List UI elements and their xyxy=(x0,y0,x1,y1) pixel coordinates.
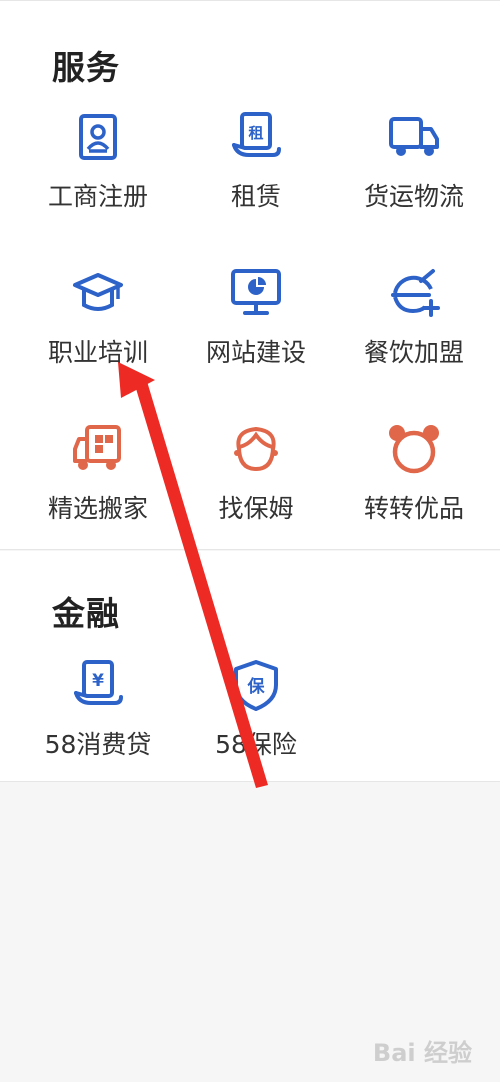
graduation-cap-icon xyxy=(73,273,123,311)
finance-insurance[interactable]: 保 58保险 xyxy=(176,659,336,769)
monitor-chart-icon xyxy=(231,269,281,315)
watermark-logo: Bai 经验 xyxy=(372,1039,472,1067)
bear-icon xyxy=(389,425,439,474)
nanny-face-icon xyxy=(234,426,278,472)
service-moving[interactable]: 精选搬家 xyxy=(18,423,178,533)
truck-icon xyxy=(389,117,439,156)
finance-label: 58保险 xyxy=(215,730,297,759)
rent-icon: 租 xyxy=(232,112,281,157)
loan-glyph: ¥ xyxy=(92,671,104,691)
service-vocational-training[interactable]: 职业培训 xyxy=(18,267,178,377)
service-restaurant-franchise[interactable]: 餐饮加盟 xyxy=(334,267,494,377)
service-label: 精选搬家 xyxy=(47,494,148,523)
finance-consumer-loan[interactable]: ¥ 58消费贷 xyxy=(18,659,178,769)
finance-section: 金融 ¥ 58消费贷 保 58保险 xyxy=(0,551,500,782)
finance-label: 58消费贷 xyxy=(44,730,152,759)
id-card-icon xyxy=(79,114,117,160)
dining-bowl-icon xyxy=(391,269,440,317)
service-rental[interactable]: 租 租赁 xyxy=(176,111,336,221)
services-title: 服务 xyxy=(52,48,120,87)
finance-title: 金融 xyxy=(52,594,120,633)
service-label: 转转优品 xyxy=(363,494,464,523)
rent-glyph: 租 xyxy=(248,124,263,142)
service-zhuanzhuan[interactable]: 转转优品 xyxy=(334,423,494,533)
service-label: 货运物流 xyxy=(363,182,464,211)
service-label: 租赁 xyxy=(230,182,281,211)
service-label: 网站建设 xyxy=(205,338,306,367)
service-label: 职业培训 xyxy=(47,338,148,367)
service-find-nanny[interactable]: 找保姆 xyxy=(176,423,336,533)
insurance-shield-icon: 保 xyxy=(234,660,278,711)
service-label: 工商注册 xyxy=(47,182,148,211)
insurance-glyph: 保 xyxy=(247,676,266,697)
service-business-registration[interactable]: 工商注册 xyxy=(18,111,178,221)
service-label: 找保姆 xyxy=(218,494,294,523)
loan-icon: ¥ xyxy=(74,660,123,705)
service-freight-logistics[interactable]: 货运物流 xyxy=(334,111,494,221)
service-website-building[interactable]: 网站建设 xyxy=(176,267,336,377)
moving-truck-icon xyxy=(73,425,121,470)
services-section: 服务 工商注册 租 租赁 货运物流 职业培训 网站建设 餐饮加盟 精选搬家 找保… xyxy=(0,0,500,550)
service-label: 餐饮加盟 xyxy=(363,338,464,367)
